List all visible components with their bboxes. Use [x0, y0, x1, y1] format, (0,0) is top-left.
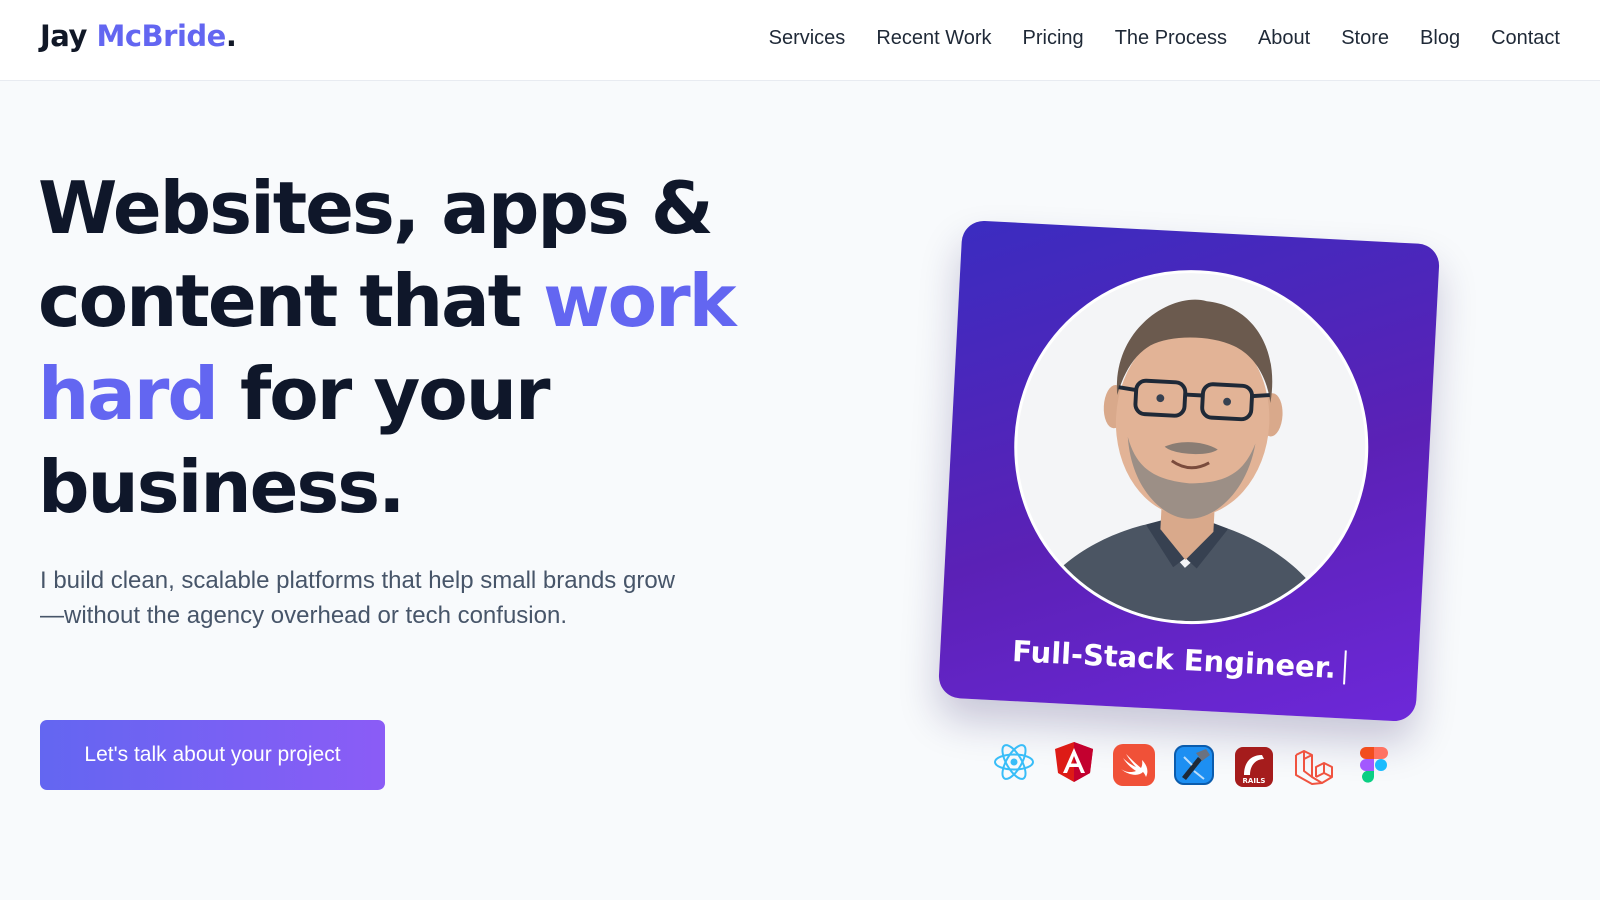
logo-dot: . [225, 19, 237, 53]
headline-highlight-work: work [543, 259, 736, 343]
card-caption: Full-Stack Engineer. [940, 629, 1419, 689]
hero-headline: Websites, apps & content that work hard … [38, 162, 778, 534]
profile-photo [1005, 261, 1378, 634]
react-icon [992, 740, 1036, 784]
caption-text: Full-Stack Engineer. [1011, 634, 1337, 685]
cta-button[interactable]: Let's talk about your project [40, 720, 385, 790]
headline-highlight-hard: hard [38, 352, 219, 436]
nav-link-blog[interactable]: Blog [1420, 27, 1460, 50]
typing-caret [1343, 650, 1347, 685]
nav-link-store[interactable]: Store [1341, 27, 1389, 50]
tech-stack-icons: RAILS [992, 740, 1412, 800]
nav-link-pricing[interactable]: Pricing [1023, 27, 1084, 50]
headline-line-4: business. [38, 445, 405, 529]
main-nav: Services Recent Work Pricing The Process… [769, 27, 1560, 50]
profile-card: Full-Stack Engineer. [937, 219, 1441, 723]
logo-first-name: Jay [40, 19, 87, 53]
site-logo[interactable]: Jay McBride. [40, 19, 237, 53]
headline-line-3: for your [216, 352, 551, 436]
nav-link-about[interactable]: About [1258, 27, 1310, 50]
portrait-illustration [1008, 264, 1375, 630]
xcode-icon [1172, 743, 1216, 787]
laravel-icon [1292, 745, 1336, 789]
svg-text:RAILS: RAILS [1243, 777, 1266, 785]
logo-last-name: McBride [96, 19, 226, 53]
nav-link-contact[interactable]: Contact [1491, 27, 1560, 50]
nav-link-recent-work[interactable]: Recent Work [876, 27, 991, 50]
hero-subtext: I build clean, scalable platforms that h… [40, 567, 675, 629]
nav-link-services[interactable]: Services [769, 27, 846, 50]
headline-line-1: Websites, apps & [38, 166, 714, 250]
angular-icon [1052, 740, 1096, 784]
headline-line-2: content that [38, 259, 544, 343]
swift-icon [1112, 743, 1156, 787]
figma-icon [1352, 745, 1396, 789]
site-header: Jay McBride. Services Recent Work Pricin… [0, 0, 1600, 81]
rails-icon: RAILS [1232, 745, 1276, 789]
nav-link-the-process[interactable]: The Process [1115, 27, 1227, 50]
